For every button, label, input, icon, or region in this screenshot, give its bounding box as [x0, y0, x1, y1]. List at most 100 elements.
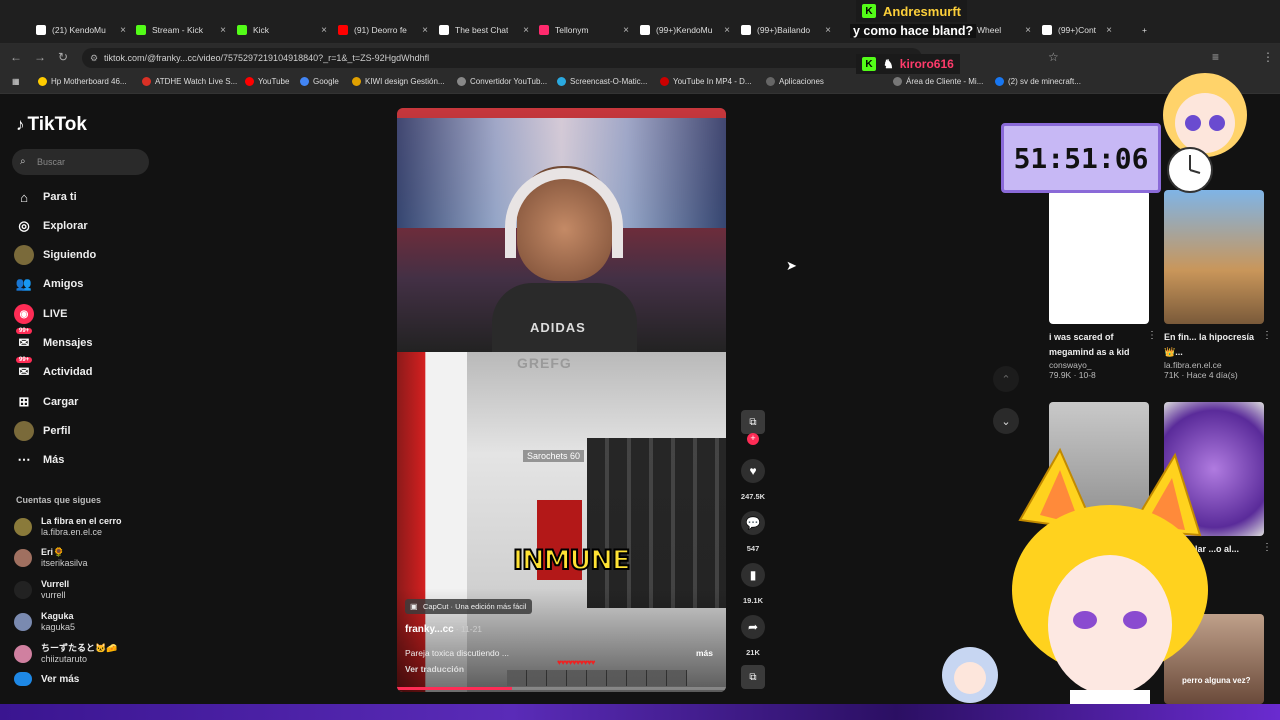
- nav-live[interactable]: ◉ LIVE: [14, 303, 67, 325]
- video-progress-bar[interactable]: [397, 687, 726, 690]
- bookmark-item[interactable]: ATDHE Watch Live S...: [142, 77, 237, 86]
- bookmark-favicon-icon: [245, 77, 254, 86]
- heart-icon: ♥: [749, 464, 757, 478]
- nav-amigos[interactable]: 👥 Amigos: [14, 273, 83, 295]
- tab-favicon-icon: [439, 25, 449, 35]
- tab-favicon-icon: [136, 25, 146, 35]
- video-caption-overlay: INMUNE: [512, 544, 631, 577]
- follow-button[interactable]: +: [747, 433, 759, 445]
- browser-tab[interactable]: (99+)KendoMu ×: [634, 19, 734, 41]
- save-button[interactable]: ▮: [741, 563, 765, 587]
- browser-tab[interactable]: (21) KendoMu ×: [30, 19, 130, 41]
- close-icon[interactable]: ×: [220, 25, 226, 36]
- next-video-button[interactable]: ⌄: [993, 408, 1019, 434]
- browser-tab[interactable]: (99+)Bailando ×: [735, 19, 835, 41]
- star-icon[interactable]: ☆: [1048, 50, 1059, 64]
- followed-account[interactable]: Vurrell vurrell: [14, 579, 69, 601]
- tiktok-logo[interactable]: ♪ TikTok: [16, 114, 87, 136]
- tab-label: The best Chat: [455, 25, 509, 35]
- more-options-icon[interactable]: ⋮: [1147, 330, 1157, 341]
- music-disc[interactable]: ⧉: [741, 665, 765, 689]
- nav-más[interactable]: ⋯ Más: [14, 449, 65, 471]
- followed-account[interactable]: Kaguka kaguka5: [14, 611, 75, 633]
- bookmark-item[interactable]: Hp Motherboard 46...: [38, 77, 127, 86]
- more-options-icon[interactable]: ⋮: [1262, 330, 1272, 341]
- browser-tab[interactable]: Kick ×: [231, 19, 331, 41]
- recommended-meta: 79.9K · 10-8: [1049, 370, 1096, 380]
- kick-icon: K: [862, 57, 876, 71]
- search-input[interactable]: ⌕ Buscar: [12, 149, 149, 175]
- more-options-icon[interactable]: ⋮: [1262, 542, 1272, 553]
- close-icon[interactable]: ×: [422, 25, 428, 36]
- nav-mensajes[interactable]: ✉ 99+ Mensajes: [14, 328, 93, 354]
- capcut-tag[interactable]: ▣ CapCut · Una edición más fácil: [405, 599, 533, 614]
- creator-avatar[interactable]: ⧉: [741, 410, 765, 434]
- share-button[interactable]: ➦: [741, 615, 765, 639]
- nav-para-ti[interactable]: ⌂ Para ti: [14, 186, 77, 208]
- previous-video-button[interactable]: ⌃: [993, 366, 1019, 392]
- followed-account[interactable]: La fibra en el cerro la.fibra.en.el.ce: [14, 516, 122, 538]
- browser-tab[interactable]: The best Chat ×: [433, 19, 533, 41]
- address-bar-row: ← → ↻ ⚙ tiktok.com/@franky...cc/video/75…: [0, 44, 1280, 72]
- followed-account[interactable]: ちーずたると🐱🧀 chiizutaruto: [14, 643, 117, 665]
- nav-siguiendo[interactable]: ●Siguiendo: [14, 244, 96, 266]
- browser-tab[interactable]: (91) Deorro fe ×: [332, 19, 432, 41]
- comment-button[interactable]: 💬: [741, 511, 765, 535]
- description-more-link[interactable]: más: [696, 648, 713, 658]
- home-icon: ⌂: [20, 189, 28, 205]
- close-icon[interactable]: ×: [1025, 25, 1031, 36]
- nav-actividad[interactable]: ✉ 99+ Actividad: [14, 357, 93, 383]
- forward-icon[interactable]: →: [34, 50, 46, 64]
- tab-label: (99+)Bailando: [757, 25, 811, 35]
- close-icon[interactable]: ×: [825, 25, 831, 36]
- like-count: 247.5K: [740, 492, 766, 501]
- bookmark-item[interactable]: YouTube: [245, 77, 289, 86]
- badge-icon: ♞: [883, 57, 894, 71]
- close-icon[interactable]: ×: [321, 25, 327, 36]
- bookmark-item[interactable]: Screencast-O-Matic...: [557, 77, 647, 86]
- close-icon[interactable]: ×: [1106, 25, 1112, 36]
- bookmark-item[interactable]: KIWI design Gestión...: [352, 77, 445, 86]
- close-icon[interactable]: ×: [120, 25, 126, 36]
- new-tab-button[interactable]: +: [1136, 19, 1153, 41]
- recommended-video[interactable]: i was scared of megamind as a kid consway…: [1049, 190, 1157, 380]
- site-info-icon[interactable]: ⚙: [90, 48, 98, 68]
- tab-favicon-icon: [338, 25, 348, 35]
- browser-tab[interactable]: (99+)Cont ×: [1036, 19, 1116, 41]
- see-more-link[interactable]: Ver más: [14, 672, 79, 686]
- close-icon[interactable]: ×: [724, 25, 730, 36]
- nav-perfil[interactable]: ●Perfil: [14, 420, 71, 442]
- reload-icon[interactable]: ↻: [58, 50, 68, 64]
- bookmark-favicon-icon: [766, 77, 775, 86]
- close-icon[interactable]: ×: [523, 25, 529, 36]
- bookmark-item[interactable]: YouTube In MP4 - D...: [660, 77, 752, 86]
- bookmark-item[interactable]: Google: [300, 77, 339, 86]
- bookmark-item[interactable]: (2) sv de minecraft...: [995, 77, 1081, 86]
- bookmark-favicon-icon: [995, 77, 1004, 86]
- bookmark-item[interactable]: Aplicaciones: [766, 77, 824, 86]
- chat-message: y como hace bland?: [850, 24, 977, 38]
- kebab-icon[interactable]: ⋮: [1262, 50, 1274, 64]
- followed-account[interactable]: Eri🌻 itserikasilva: [14, 547, 88, 569]
- tab-label: (99+)KendoMu: [656, 25, 713, 35]
- bookmarks-apps-icon[interactable]: ▦: [12, 77, 20, 86]
- translate-link[interactable]: Ver traducción: [405, 664, 464, 674]
- browser-tab[interactable]: Tellonym ×: [533, 19, 633, 41]
- url-text: tiktok.com/@franky...cc/video/7575297219…: [104, 53, 430, 63]
- close-icon[interactable]: ×: [623, 25, 629, 36]
- bookmarks-bar: ▦ Hp Motherboard 46... ATDHE Watch Live S…: [0, 72, 1280, 94]
- nav-explorar[interactable]: ◎ Explorar: [14, 215, 87, 237]
- video-player[interactable]: ADIDAS GREFG Sarochets 60 INMUNE ♥♥♥♥♥♥♥…: [397, 108, 726, 692]
- back-icon[interactable]: ←: [10, 50, 22, 64]
- like-button[interactable]: ♥: [741, 459, 765, 483]
- nav-cargar[interactable]: ⊞ Cargar: [14, 391, 79, 413]
- tab-label: (91) Deorro fe: [354, 25, 407, 35]
- live-icon: ◉: [14, 304, 34, 324]
- url-field[interactable]: ⚙ tiktok.com/@franky...cc/video/75752972…: [82, 48, 922, 68]
- browser-tab[interactable]: Stream - Kick ×: [130, 19, 230, 41]
- bookmark-item[interactable]: Área de Cliente - Mi...: [893, 77, 983, 86]
- bookmark-item[interactable]: Convertidor YouTub...: [457, 77, 547, 86]
- tab-label: Kick: [253, 25, 270, 35]
- recommended-video[interactable]: En fin... la hipocresía👑... la.fibra.en.e…: [1164, 190, 1272, 380]
- video-author[interactable]: franky...cc · 11-21: [405, 624, 482, 635]
